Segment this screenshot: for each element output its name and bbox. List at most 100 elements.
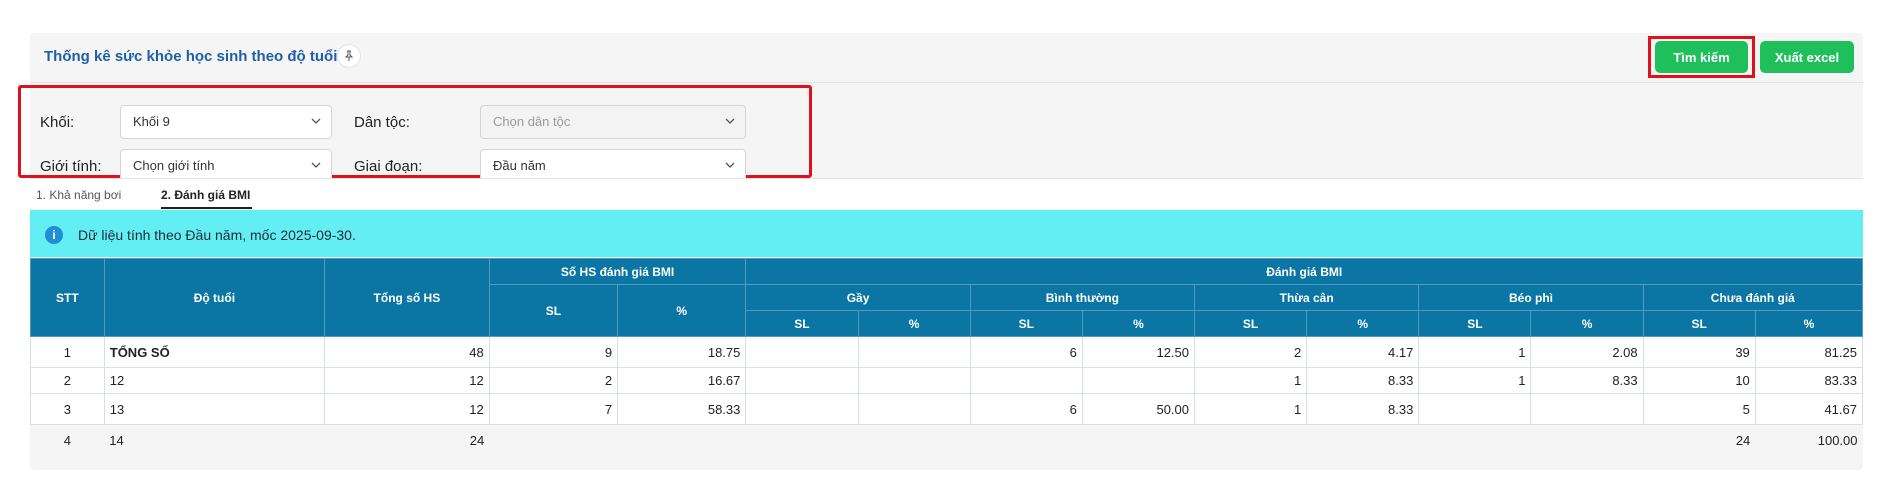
cell: 2 — [1194, 336, 1308, 368]
cell: 13 — [103, 393, 326, 425]
cell — [857, 393, 971, 425]
cell: 8.33 — [1306, 367, 1420, 394]
statistics-card: Thống kê sức khỏe học sinh theo độ tuổi … — [18, 33, 1864, 470]
card-header: Thống kê sức khỏe học sinh theo độ tuổi … — [30, 33, 1863, 83]
cell: TỔNG SỐ — [103, 336, 326, 368]
header-sl: SL — [969, 310, 1083, 337]
header-pct: % — [617, 284, 747, 337]
dantoc-label: Dân tộc: — [354, 114, 410, 131]
header-danh-gia-bmi: Đánh giá BMI — [745, 258, 1863, 285]
header-pct: % — [1754, 310, 1864, 337]
cell: 24 — [1643, 424, 1756, 456]
cell: 100.00 — [1755, 424, 1863, 456]
cell: 41.67 — [1754, 393, 1864, 425]
cell — [857, 367, 971, 394]
cell — [1194, 424, 1307, 456]
cell — [1082, 424, 1195, 456]
cell: 2 — [488, 367, 619, 394]
header-sl: SL — [488, 284, 619, 337]
giaidoan-value: Đầu năm — [493, 158, 546, 173]
cell: 1 — [1194, 367, 1308, 394]
header-pct: % — [857, 310, 971, 337]
cell: 9 — [488, 336, 619, 368]
cell — [969, 367, 1083, 394]
cell: 50.00 — [1081, 393, 1196, 425]
cell — [745, 367, 859, 394]
cell: 12 — [103, 367, 326, 394]
cell: 16.67 — [617, 367, 747, 394]
cell: 14 — [104, 424, 325, 456]
gioitinh-placeholder: Chọn giới tính — [133, 158, 215, 173]
table-row: 2 12 12 2 16.67 1 8.33 1 8.33 10 83.33 — [30, 367, 1864, 394]
header-do-tuoi: Độ tuổi — [103, 258, 326, 337]
cell: 39 — [1642, 336, 1756, 368]
bmi-table: STT Độ tuổi Tổng số HS Số HS đánh giá BM… — [30, 258, 1864, 456]
cell: 4 — [30, 424, 105, 456]
cell — [857, 336, 971, 368]
cell: 18.75 — [617, 336, 747, 368]
cell: 7 — [488, 393, 619, 425]
cell — [1306, 424, 1419, 456]
table-row: 1 TỔNG SỐ 48 9 18.75 6 12.50 2 4.17 1 2.… — [30, 336, 1864, 368]
header-so-hs-bmi: Số HS đánh giá BMI — [488, 258, 747, 285]
cell: 83.33 — [1754, 367, 1864, 394]
cell — [1530, 424, 1644, 456]
cell: 4.17 — [1306, 336, 1420, 368]
cell — [970, 424, 1083, 456]
header-sl: SL — [1194, 310, 1308, 337]
cell: 2.08 — [1530, 336, 1644, 368]
khoi-select[interactable]: Khối 9 — [120, 105, 332, 139]
cell: 1 — [1194, 393, 1308, 425]
chevron-down-icon — [725, 118, 735, 124]
header-binh-thuong: Bình thường — [969, 284, 1196, 311]
info-icon: i — [45, 226, 63, 244]
info-banner: i Dữ liệu tính theo Đầu năm, mốc 2025-09… — [30, 210, 1863, 257]
cell: 12 — [324, 393, 490, 425]
tab-kha-nang-boi[interactable]: 1. Khả năng bơi — [36, 188, 121, 202]
cell — [858, 424, 971, 456]
cell: 1 — [1418, 367, 1532, 394]
header-stt: STT — [30, 258, 105, 337]
header-gay: Gầy — [745, 284, 971, 311]
cell: 12.50 — [1081, 336, 1196, 368]
cell: 3 — [30, 393, 105, 425]
cell: 24 — [324, 424, 490, 456]
giaidoan-label: Giai đoạn: — [354, 158, 423, 175]
header-sl: SL — [1642, 310, 1756, 337]
cell: 8.33 — [1306, 393, 1420, 425]
cell — [1530, 393, 1644, 425]
export-excel-button[interactable]: Xuất excel — [1760, 41, 1854, 73]
cell: 8.33 — [1530, 367, 1644, 394]
tab-danh-gia-bmi[interactable]: 2. Đánh giá BMI — [161, 188, 250, 202]
cell: 1 — [30, 336, 105, 368]
tab-bar: 1. Khả năng bơi 2. Đánh giá BMI — [30, 178, 1863, 209]
cell — [1081, 367, 1196, 394]
cell — [1418, 393, 1532, 425]
chevron-down-icon — [311, 118, 321, 124]
cell: 2 — [30, 367, 105, 394]
active-tab-indicator — [161, 207, 252, 209]
cell: 58.33 — [617, 393, 747, 425]
header-tong-so-hs: Tổng số HS — [324, 258, 490, 337]
header-pct: % — [1530, 310, 1644, 337]
cell — [745, 393, 859, 425]
cell: 10 — [1642, 367, 1756, 394]
header-sl: SL — [1418, 310, 1532, 337]
khoi-value: Khối 9 — [133, 114, 170, 129]
cell — [745, 336, 859, 368]
cell — [617, 424, 746, 456]
header-chua-danh-gia: Chưa đánh giá — [1642, 284, 1864, 311]
cell: 48 — [324, 336, 490, 368]
dantoc-placeholder: Chọn dân tộc — [493, 114, 571, 129]
pin-icon[interactable] — [337, 44, 361, 68]
header-beo-phi: Béo phì — [1418, 284, 1644, 311]
info-text: Dữ liệu tính theo Đầu năm, mốc 2025-09-3… — [78, 227, 356, 243]
cell: 6 — [969, 393, 1083, 425]
table-row: 4 14 24 24 100.00 — [30, 424, 1863, 456]
cell: 12 — [324, 367, 490, 394]
search-button[interactable]: Tìm kiếm — [1655, 41, 1748, 73]
cell — [1418, 424, 1531, 456]
cell: 5 — [1642, 393, 1756, 425]
dantoc-select[interactable]: Chọn dân tộc — [480, 105, 746, 139]
header-pct: % — [1081, 310, 1196, 337]
